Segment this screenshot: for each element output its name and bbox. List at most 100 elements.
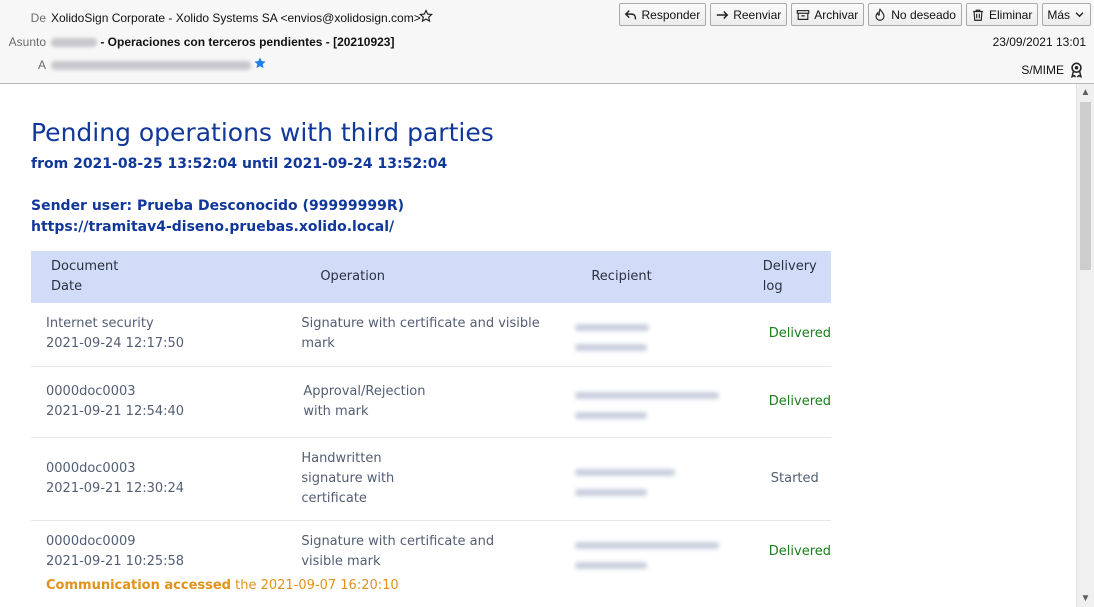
redacted-recipient	[575, 488, 648, 496]
document-name: 0000doc0003	[46, 460, 136, 476]
operation-cell: Approval/Rejection with mark	[301, 366, 576, 438]
scroll-down-icon[interactable]: ▼	[1077, 590, 1094, 607]
redacted-recipient	[575, 344, 648, 352]
document-name: 0000doc0009	[46, 534, 136, 550]
more-button[interactable]: Más	[1042, 3, 1091, 26]
fire-icon	[875, 7, 885, 21]
status-cell: Started	[762, 437, 831, 521]
reply-icon	[624, 9, 636, 19]
status-cell: Delivered	[762, 366, 831, 438]
message-body[interactable]: Pending operations with third parties fr…	[0, 84, 1076, 607]
document-name: 0000doc0003	[46, 383, 136, 399]
operation-line: certificate	[301, 490, 367, 506]
recipient-cell	[575, 520, 762, 584]
table-row: Internet security 2021-09-24 12:17:50 Si…	[31, 303, 831, 367]
sender-user: Sender user: Prueba Desconocido (9999999…	[31, 198, 405, 214]
redacted-recipient	[575, 411, 648, 419]
document-date: 2021-09-24 12:17:50	[46, 336, 185, 352]
archive-label: Archivar	[814, 7, 859, 22]
table-row: 0000doc0003 2021-09-21 12:30:24 Handwrit…	[31, 437, 831, 521]
operation-cell: Signature with certificate and visible m…	[301, 303, 576, 367]
operation-line: visible mark	[301, 554, 381, 570]
redacted-recipient	[51, 61, 251, 71]
from-label: De	[30, 11, 46, 25]
operation-line: mark	[301, 336, 335, 352]
subject-label: Asunto	[8, 35, 46, 49]
junk-button[interactable]: No deseado	[868, 3, 962, 26]
document-cell: 0000doc0009 2021-09-21 10:25:58	[31, 520, 301, 584]
smime-label: S/MIME	[1021, 63, 1064, 77]
column-document-label: Document	[51, 259, 119, 274]
scrollbar-thumb[interactable]	[1080, 102, 1091, 270]
subject-text: - Operaciones con terceros pendientes - …	[100, 35, 395, 49]
column-delivery-log: Delivery log	[762, 251, 831, 303]
vertical-scrollbar[interactable]: ▲ ▼	[1076, 84, 1094, 607]
recipient-cell	[575, 303, 763, 367]
operation-line: signature with	[301, 470, 395, 486]
document-cell: 0000doc0003 2021-09-21 12:54:40	[31, 366, 302, 438]
forward-label: Reenviar	[733, 7, 782, 22]
operation-cell: Signature with certificate and visible m…	[301, 520, 575, 584]
redacted-recipient	[575, 562, 648, 570]
communication-accessed: Communication accessed the 2021-09-07 16…	[46, 578, 399, 593]
column-recipient-label: Recipient	[591, 269, 652, 284]
date-range: from 2021-08-25 13:52:04 until 2021-09-2…	[31, 156, 448, 172]
redacted-recipient	[575, 542, 720, 550]
accessed-label: Communication accessed	[46, 578, 231, 593]
smime-indicator[interactable]: S/MIME	[1021, 62, 1084, 78]
subject-value: - Operaciones con terceros pendientes - …	[51, 35, 394, 49]
table-row: 0000doc0003 2021-09-21 12:54:40 Approval…	[31, 366, 831, 438]
star-filled-icon[interactable]	[253, 56, 267, 73]
scroll-up-icon[interactable]: ▲	[1077, 84, 1094, 101]
archive-icon	[796, 9, 810, 20]
operations-table: Document Date Operation Recipient Delive…	[31, 251, 831, 584]
operation-line: Signature with certificate and visible	[301, 316, 540, 332]
more-label: Más	[1047, 7, 1070, 22]
from-value[interactable]: XolidoSign Corporate - Xolido Systems SA…	[51, 11, 421, 25]
star-outline-icon[interactable]	[418, 9, 434, 26]
delete-button[interactable]: Eliminar	[965, 3, 1039, 26]
redacted-subject-prefix	[51, 38, 97, 48]
delete-label: Eliminar	[988, 7, 1033, 22]
document-name: Internet security	[46, 316, 154, 332]
operation-line: Signature with certificate and	[301, 534, 495, 550]
status-cell: Delivered	[768, 544, 831, 560]
operation-line: Approval/Rejection	[303, 383, 426, 399]
message-date: 23/09/2021 13:01	[992, 35, 1086, 49]
table-header-row: Document Date Operation Recipient Delive…	[31, 251, 831, 303]
column-document-date: Document Date	[31, 251, 302, 303]
column-log-label: log	[762, 279, 783, 294]
column-recipient: Recipient	[575, 251, 763, 303]
table-row: 0000doc0009 2021-09-21 10:25:58 Signatur…	[31, 520, 831, 584]
document-date: 2021-09-21 12:30:24	[46, 480, 185, 496]
operation-line: Handwritten	[301, 450, 382, 466]
message-toolbar: Responder Reenviar Archivar No deseado E…	[618, 3, 1091, 26]
forward-icon	[716, 10, 729, 19]
chevron-down-icon	[1075, 12, 1084, 18]
document-date: 2021-09-21 10:25:58	[46, 554, 185, 570]
status-cell: Delivered	[762, 303, 831, 367]
reply-button[interactable]: Responder	[618, 3, 707, 26]
document-cell: Internet security 2021-09-24 12:17:50	[31, 303, 302, 367]
archive-button[interactable]: Archivar	[791, 3, 865, 26]
forward-button[interactable]: Reenviar	[710, 3, 788, 26]
redacted-recipient	[575, 324, 650, 332]
page-title: Pending operations with third parties	[31, 118, 494, 147]
column-delivery-label: Delivery	[762, 259, 817, 274]
column-date-label: Date	[51, 279, 83, 294]
recipient-cell	[575, 366, 763, 438]
platform-url[interactable]: https://tramitav4-diseno.pruebas.xolido.…	[31, 219, 394, 235]
redacted-recipient	[575, 468, 676, 476]
document-date: 2021-09-21 12:54:40	[46, 403, 185, 419]
junk-label: No deseado	[891, 7, 956, 22]
recipient-cell	[575, 437, 763, 521]
to-label: A	[37, 58, 46, 72]
reply-label: Responder	[641, 7, 701, 22]
message-header: De XolidoSign Corporate - Xolido Systems…	[0, 0, 1094, 84]
trash-icon	[973, 9, 983, 21]
redacted-recipient	[575, 391, 720, 399]
certificate-badge-icon	[1070, 62, 1083, 78]
document-cell: 0000doc0003 2021-09-21 12:30:24	[31, 437, 302, 521]
to-value[interactable]	[51, 58, 251, 72]
accessed-date: the 2021-09-07 16:20:10	[235, 578, 399, 593]
